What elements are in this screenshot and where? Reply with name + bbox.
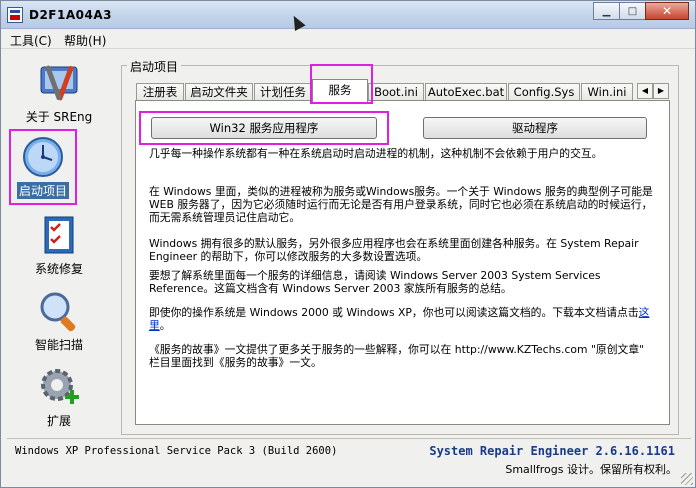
paragraph-default-services: Windows 拥有很多的默认服务，另外很多应用程序也会在系统里面创建各种服务。… xyxy=(149,237,639,263)
tab-registry[interactable]: 注册表 xyxy=(136,83,184,101)
paragraph-download: 即使你的操作系统是 Windows 2000 或 Windows XP，你也可以… xyxy=(149,306,650,332)
checklist-icon xyxy=(37,213,81,257)
close-button[interactable]: ✕ xyxy=(645,2,689,20)
window-title: D2F1A04A3 xyxy=(29,8,112,22)
nav-label-startup: 启动项目 xyxy=(16,182,69,199)
tab-win-ini[interactable]: Win.ini xyxy=(581,83,633,101)
os-info: Windows XP Professional Service Pack 3 (… xyxy=(15,445,338,457)
nav-item-about[interactable]: 关于 SREng xyxy=(11,61,107,125)
product-name: System Repair Engineer 2.6.16.1161 xyxy=(429,444,675,458)
tab-autoexec[interactable]: AutoExec.bat xyxy=(425,83,507,101)
nav-item-repair[interactable]: 系统修复 xyxy=(11,213,107,277)
tools-icon xyxy=(37,61,81,105)
clock-icon xyxy=(21,135,65,179)
title-bar[interactable]: D2F1A04A3 ▁ □ ✕ xyxy=(1,1,695,29)
tab-config-sys[interactable]: Config.Sys xyxy=(508,83,580,101)
gear-plus-icon xyxy=(37,365,81,409)
tab-scroll-left-button[interactable]: ◀ xyxy=(637,83,653,99)
paragraph-windows-services: 在 Windows 里面，类似的进程被称为服务或Windows服务。一个关于 W… xyxy=(149,185,653,224)
menu-help[interactable]: 帮助(H) xyxy=(64,32,106,49)
menu-tools[interactable]: 工具(C) xyxy=(10,32,52,49)
highlight-box-button xyxy=(139,111,389,145)
tab-startup-folder[interactable]: 启动文件夹 xyxy=(185,83,253,101)
maximize-icon: □ xyxy=(627,5,638,17)
paragraph-reference: 要想了解系统里面每一个服务的详细信息，请阅读 Windows Server 20… xyxy=(149,269,601,295)
copyright: Smallfrogs 设计。保留所有权利。 xyxy=(505,463,677,476)
nav-label-scan: 智能扫描 xyxy=(34,338,83,352)
tab-boot-ini[interactable]: Boot.ini xyxy=(368,83,424,101)
tab-scroll-right-button[interactable]: ▶ xyxy=(653,83,669,99)
nav-label-extend: 扩展 xyxy=(46,414,71,428)
minimize-icon: ▁ xyxy=(602,5,611,17)
app-window: D2F1A04A3 ▁ □ ✕ 工具(C) 帮助(H) 关于 SREng 启动项… xyxy=(0,0,696,488)
arrow-right-icon: ▶ xyxy=(657,86,665,95)
drivers-button[interactable]: 驱动程序 xyxy=(423,117,647,139)
nav-item-extend[interactable]: 扩展 xyxy=(11,365,107,429)
magnifier-icon xyxy=(37,289,81,333)
paragraph-intro: 几乎每一种操作系统都有一种在系统启动时启动进程的机制，这种机制不会依赖于用户的交… xyxy=(149,147,603,160)
nav-item-startup[interactable]: 启动项目 xyxy=(0,135,91,199)
resize-grip[interactable] xyxy=(681,473,693,485)
maximize-button[interactable]: □ xyxy=(619,2,646,20)
tab-scheduled-tasks[interactable]: 计划任务 xyxy=(254,83,312,101)
highlight-box-tab xyxy=(310,64,373,104)
nav-label-about: 关于 SREng xyxy=(25,110,93,124)
close-icon: ✕ xyxy=(661,4,673,18)
menu-bar: 工具(C) 帮助(H) xyxy=(1,29,695,49)
app-icon xyxy=(7,7,23,23)
paragraph-download-text: 即使你的操作系统是 Windows 2000 或 Windows XP，你也可以… xyxy=(149,306,639,319)
paragraph-story: 《服务的故事》一文提供了更多关于服务的一些解释，你可以在 http://www.… xyxy=(149,343,645,369)
nav-item-scan[interactable]: 智能扫描 xyxy=(11,289,107,353)
arrow-left-icon: ◀ xyxy=(641,86,649,95)
nav-label-repair: 系统修复 xyxy=(34,262,83,276)
group-title: 启动项目 xyxy=(127,58,182,75)
minimize-button[interactable]: ▁ xyxy=(593,2,620,20)
